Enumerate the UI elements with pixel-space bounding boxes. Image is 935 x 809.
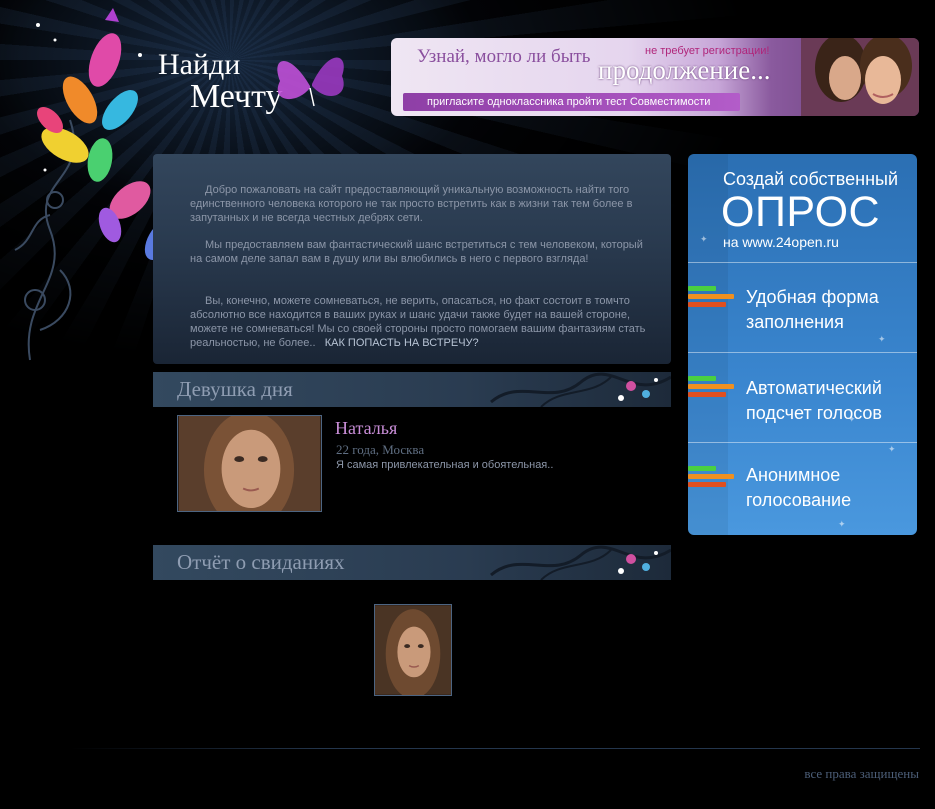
- star-icon: ✦: [848, 414, 856, 424]
- girl-of-day-photo[interactable]: [177, 415, 322, 512]
- poll-feature-3-line1: Анонимное: [746, 465, 841, 485]
- site-logo[interactable]: Найди Мечту: [150, 40, 350, 120]
- poll-ad-divider: [688, 352, 917, 353]
- dates-report-title: Отчёт о свиданиях: [177, 550, 345, 574]
- banner-cta-button[interactable]: пригласите одноклассника пройти тест Сов…: [403, 93, 740, 111]
- poll-feature-2: Автоматический подсчет голосов: [746, 376, 882, 426]
- banner-headline: Узнай, могло ли быть: [417, 46, 591, 67]
- poll-feature-1-line2: заполнения: [746, 312, 844, 332]
- star-icon: ✦: [888, 444, 896, 454]
- compatibility-test-banner[interactable]: Узнай, могло ли быть не требует регистра…: [391, 38, 919, 116]
- footer-divider: [70, 748, 920, 749]
- poll-feature-3: Анонимное голосование: [746, 463, 851, 513]
- poll-feature-1: Удобная форма заполнения: [746, 285, 879, 335]
- bar-chart-icon: [688, 466, 736, 488]
- logo-text-line1: Найди: [158, 48, 241, 81]
- welcome-paragraph-3: Вы, конечно, можете сомневаться, не вери…: [190, 294, 646, 350]
- footer-copyright: все права защищены: [804, 766, 919, 781]
- bar-chart-icon: [688, 376, 736, 398]
- girl-of-day-name[interactable]: Наталья: [335, 418, 397, 439]
- welcome-paragraph-1: Добро пожаловать на сайт предоставляющий…: [190, 184, 633, 224]
- header-swirl-decoration: [490, 372, 671, 407]
- dates-report-header: Отчёт о свиданиях: [153, 545, 671, 580]
- poll-feature-2-line1: Автоматический: [746, 378, 882, 398]
- poll-ad-line2: ОПРОС: [721, 188, 881, 236]
- girl-of-day-description: Я самая привлекательная и обоятельная..: [336, 459, 554, 471]
- poll-ad-line1: Создай собственный: [723, 169, 899, 189]
- header-swirl-decoration: [490, 545, 671, 580]
- poll-feature-3-line2: голосование: [746, 490, 852, 510]
- banner-continuation: продолжение...: [598, 55, 771, 85]
- poll-feature-2-line2: подсчет голосов: [746, 403, 882, 423]
- poll-ad-divider: [688, 442, 917, 443]
- how-to-meet-link[interactable]: КАК ПОПАСТЬ НА ВСТРЕЧУ?: [325, 337, 479, 349]
- girl-of-day-header: Девушка дня: [153, 372, 671, 407]
- banner-couple-photo: [801, 38, 919, 116]
- star-icon: ✦: [838, 519, 846, 529]
- dates-report-photo[interactable]: [374, 604, 452, 696]
- girl-of-day-title: Девушка дня: [177, 377, 293, 401]
- star-icon: ✦: [700, 234, 708, 244]
- star-icon: ✦: [878, 334, 886, 344]
- girl-of-day-age-city: 22 года, Москва: [336, 442, 425, 457]
- poll-feature-1-line1: Удобная форма: [746, 287, 879, 307]
- poll-ad-url: на www.24open.ru: [723, 234, 839, 250]
- logo-text-line2: Мечту: [190, 78, 283, 115]
- create-poll-ad[interactable]: Создай собственный ОПРОС на www.24open.r…: [688, 154, 917, 535]
- butterfly-icon: [277, 57, 344, 107]
- bar-chart-icon: [688, 286, 736, 308]
- poll-ad-divider: [688, 262, 917, 263]
- welcome-paragraph-2: Мы предоставляем вам фантастический шанс…: [190, 239, 643, 265]
- welcome-panel: Добро пожаловать на сайт предоставляющий…: [153, 154, 671, 364]
